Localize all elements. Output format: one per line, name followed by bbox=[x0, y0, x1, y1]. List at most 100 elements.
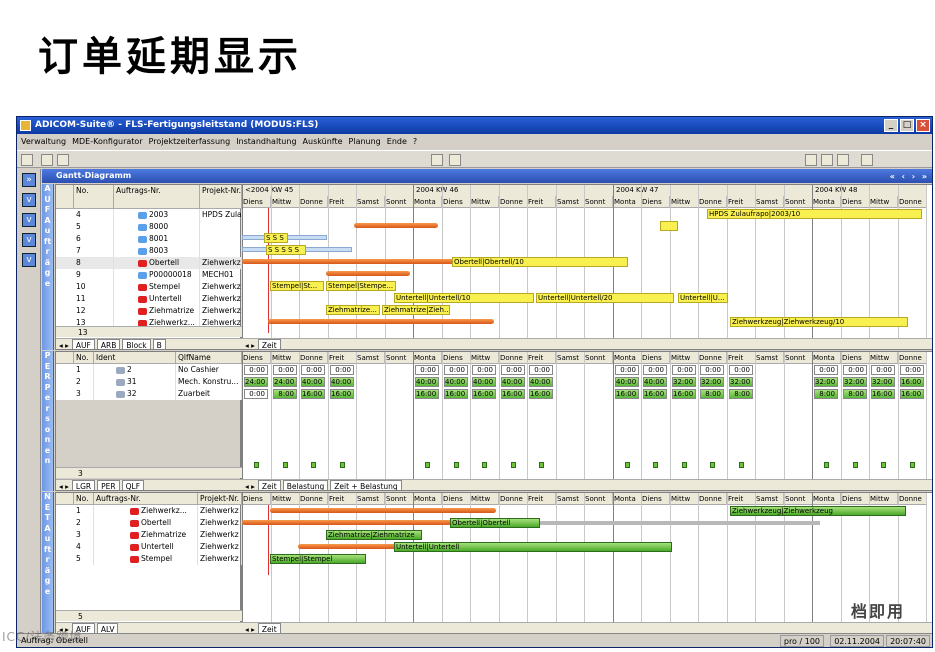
order-icon bbox=[138, 235, 147, 243]
network-bar[interactable]: Untertell|Untertell bbox=[394, 542, 672, 552]
order-bar[interactable]: S S S bbox=[264, 233, 288, 243]
order-bar[interactable]: S S S S S bbox=[266, 245, 306, 255]
print-icon[interactable] bbox=[431, 154, 443, 166]
maximize-button[interactable]: □ bbox=[900, 119, 914, 132]
table-row[interactable]: 3 Ziehmatrize Ziehwerkz bbox=[56, 529, 242, 541]
tab[interactable]: Belastung bbox=[282, 480, 329, 490]
window-icon[interactable] bbox=[57, 154, 69, 166]
col-header-order[interactable]: Auftrags-Nr. bbox=[94, 493, 198, 505]
tab[interactable]: Block bbox=[122, 339, 151, 349]
collapse-icon[interactable]: v bbox=[22, 213, 36, 227]
menu-item[interactable]: Ende bbox=[387, 137, 407, 146]
tab-nav-icon[interactable]: ◂ ▸ bbox=[245, 625, 255, 633]
tab-nav-icon[interactable]: ◂ ▸ bbox=[245, 482, 255, 490]
tab[interactable]: QLF bbox=[121, 480, 145, 490]
close-button[interactable]: × bbox=[916, 119, 930, 132]
order-bar[interactable]: Untertell|Untertell/20 bbox=[536, 293, 674, 303]
col-header-no[interactable]: No. bbox=[74, 493, 94, 505]
tab[interactable]: ALV bbox=[96, 623, 119, 633]
order-bar[interactable]: Obertell|Obertell/10 bbox=[452, 257, 628, 267]
table-row[interactable]: 8 Obertell Ziehwerkz bbox=[56, 257, 242, 269]
zoom-icon[interactable] bbox=[805, 154, 817, 166]
tab[interactable]: LGR bbox=[71, 480, 96, 490]
order-bar[interactable]: Ziehmatrize... bbox=[326, 305, 380, 315]
network-bar[interactable]: Obertell|Obertell bbox=[450, 518, 540, 528]
menu-item[interactable]: Projektzeiterfassung bbox=[149, 137, 231, 146]
col-header-ident[interactable]: Ident bbox=[94, 352, 176, 364]
network-bar[interactable] bbox=[298, 544, 398, 549]
network-icon[interactable] bbox=[449, 154, 461, 166]
collapse-icon[interactable]: v bbox=[22, 253, 36, 267]
table-row[interactable]: 7 8003 bbox=[56, 245, 242, 257]
tab[interactable]: Zeit + Belastung bbox=[330, 480, 402, 490]
table-row[interactable]: 5 8000 bbox=[56, 221, 242, 233]
minimize-button[interactable]: _ bbox=[884, 119, 898, 132]
monitor-icon[interactable] bbox=[861, 154, 873, 166]
table-row[interactable]: 3 32 Zuarbeit bbox=[56, 388, 242, 400]
tab[interactable]: PER bbox=[97, 480, 120, 490]
table-row[interactable]: 4 2003 HPDS Zulauf... bbox=[56, 209, 242, 221]
order-bar[interactable]: Ziehmatrize|Zieh... bbox=[382, 305, 450, 315]
collapse-icon[interactable]: v bbox=[22, 233, 36, 247]
collapse-icon[interactable]: v bbox=[22, 193, 36, 207]
order-bar[interactable]: HPDS Zulaufrapo|2003/10 bbox=[707, 209, 922, 219]
tab-nav-icon[interactable]: ◂ ▸ bbox=[59, 341, 69, 349]
table-icon[interactable] bbox=[821, 154, 833, 166]
network-bar[interactable] bbox=[540, 521, 820, 525]
table-row[interactable]: 6 8001 bbox=[56, 233, 242, 245]
table-row[interactable]: 10 Stempel Ziehwerkz bbox=[56, 281, 242, 293]
expand-icon[interactable]: » bbox=[22, 173, 36, 187]
col-header-order[interactable]: Auftrags-Nr. bbox=[114, 185, 200, 209]
tab[interactable]: Zeit bbox=[257, 339, 281, 349]
navigation-arrows-icon[interactable]: « ‹ › » bbox=[890, 170, 929, 184]
col-header-no[interactable]: No. bbox=[74, 185, 114, 209]
col-header-project[interactable]: Projekt-Nr. bbox=[198, 493, 242, 505]
tab[interactable]: B bbox=[152, 339, 166, 349]
table-row[interactable]: 1 2 No Cashier bbox=[56, 364, 242, 376]
menu-item[interactable]: Auskünfte bbox=[303, 137, 343, 146]
col-header-qualification[interactable]: QlfName bbox=[176, 352, 242, 364]
window-titlebar[interactable]: ADICOM-Suite® - FLS-Fertigungsleitstand … bbox=[17, 117, 932, 134]
network-bar[interactable] bbox=[270, 508, 496, 513]
col-header-no[interactable] bbox=[56, 352, 74, 364]
tab[interactable]: ARB bbox=[96, 339, 121, 349]
col-header-no[interactable] bbox=[56, 493, 74, 505]
network-bar[interactable] bbox=[242, 520, 452, 525]
order-bar[interactable] bbox=[268, 319, 494, 324]
order-bar[interactable] bbox=[354, 223, 438, 228]
tab[interactable]: AUF bbox=[71, 339, 95, 349]
order-bar[interactable]: Stempel|St... bbox=[270, 281, 324, 291]
tab[interactable]: Zeit bbox=[257, 623, 281, 633]
table-row[interactable]: 12 Ziehmatrize Ziehwerkz bbox=[56, 305, 242, 317]
table-row[interactable]: 1 Ziehwerkz... Ziehwerkz bbox=[56, 505, 242, 517]
order-bar[interactable]: Untertell|U... bbox=[678, 293, 728, 303]
table-row[interactable]: 2 31 Mech. Konstru... bbox=[56, 376, 242, 388]
table-row[interactable]: 4 Untertell Ziehwerkz bbox=[56, 541, 242, 553]
table-row[interactable]: 11 Untertell Ziehwerkz bbox=[56, 293, 242, 305]
menu-item[interactable]: Instandhaltung bbox=[236, 137, 296, 146]
order-bar[interactable]: Untertell|Untertell/10 bbox=[394, 293, 534, 303]
col-header-no[interactable]: No. bbox=[74, 352, 94, 364]
order-bar[interactable]: Ziehwerkzeug|Ziehwerkzeug/10 bbox=[730, 317, 908, 327]
tab-nav-icon[interactable]: ◂ ▸ bbox=[59, 482, 69, 490]
grid-icon[interactable] bbox=[41, 154, 53, 166]
col-header-project[interactable]: Projekt-Nr. bbox=[200, 185, 242, 209]
network-bar[interactable]: Stempel|Stempel bbox=[270, 554, 366, 564]
menu-item[interactable]: ? bbox=[413, 137, 417, 146]
menu-item[interactable]: Planung bbox=[349, 137, 381, 146]
menu-item[interactable]: MDE-Konfigurator bbox=[72, 137, 143, 146]
order-bar[interactable] bbox=[326, 271, 410, 276]
table-row[interactable]: 5 Stempel Ziehwerkz bbox=[56, 553, 242, 565]
table-row[interactable]: 9 P00000018 MECH01 bbox=[56, 269, 242, 281]
menu-item[interactable]: Verwaltung bbox=[21, 137, 66, 146]
tab[interactable]: Zeit bbox=[257, 480, 281, 490]
network-bar[interactable]: Ziehwerkzeug|Ziehwerkzeug bbox=[730, 506, 906, 516]
table-row[interactable]: 2 Obertell Ziehwerkz bbox=[56, 517, 242, 529]
tab-nav-icon[interactable]: ◂ ▸ bbox=[245, 341, 255, 349]
pin-icon[interactable] bbox=[21, 154, 33, 166]
order-bar[interactable] bbox=[660, 221, 678, 231]
col-header-no[interactable] bbox=[56, 185, 74, 209]
settings-icon[interactable] bbox=[837, 154, 849, 166]
network-bar[interactable]: Ziehmatrize|Ziehmatrize bbox=[326, 530, 422, 540]
order-bar[interactable]: Stempel|Stempe... bbox=[326, 281, 396, 291]
